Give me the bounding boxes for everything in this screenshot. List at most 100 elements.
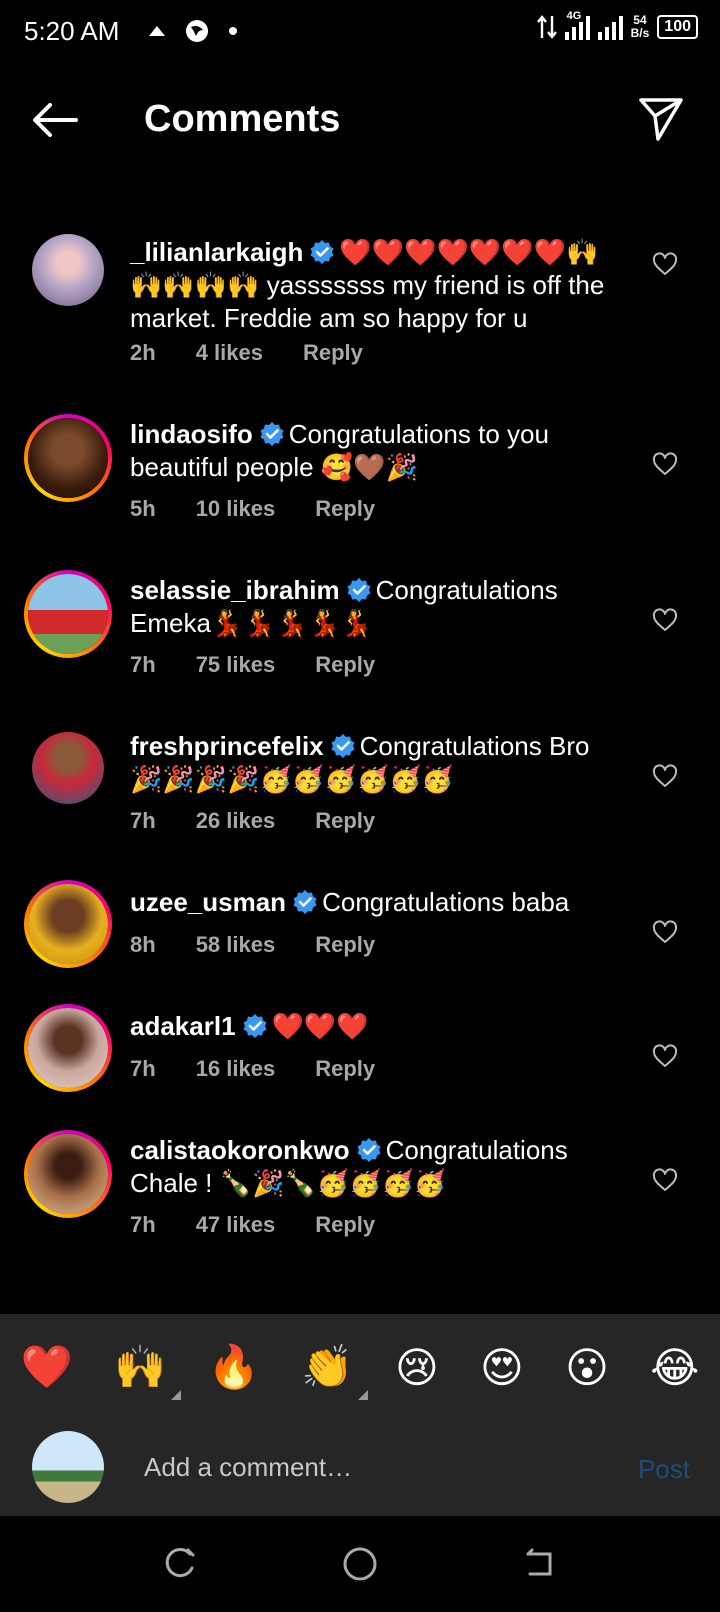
comment-time: 2h bbox=[130, 340, 156, 365]
comment-meta: 7h 47 likes Reply bbox=[130, 1212, 415, 1238]
verified-badge-icon bbox=[347, 578, 371, 602]
comment-time: 7h bbox=[130, 1212, 156, 1237]
post-button[interactable]: Post bbox=[638, 1454, 690, 1485]
comment-likes[interactable]: 4 likes bbox=[196, 340, 263, 366]
status-time: 5:20 AM bbox=[24, 16, 120, 46]
reaction-heart[interactable]: ❤️ bbox=[21, 1343, 73, 1392]
commenter-avatar[interactable] bbox=[32, 234, 104, 306]
signal-2-icon bbox=[597, 14, 623, 40]
comment-text: ❤️❤️❤️ bbox=[271, 1011, 369, 1041]
reply-button[interactable]: Reply bbox=[315, 496, 375, 522]
verified-badge-icon bbox=[293, 890, 317, 914]
avatar bbox=[32, 1431, 104, 1503]
comment-likes[interactable]: 26 likes bbox=[196, 808, 276, 834]
comment-username[interactable]: lindaosifo bbox=[130, 419, 253, 449]
comment-input[interactable]: Add a comment… bbox=[144, 1452, 352, 1483]
comment-username[interactable]: adakarl1 bbox=[130, 1011, 236, 1041]
comment-time: 7h bbox=[130, 808, 156, 833]
comment-likes[interactable]: 58 likes bbox=[196, 932, 276, 958]
comment-username[interactable]: uzee_usman bbox=[130, 887, 286, 917]
reaction-clap[interactable]: 👏 bbox=[301, 1343, 369, 1400]
reaction-laugh[interactable]: 😂 bbox=[650, 1343, 699, 1392]
comment-body: selassie_ibrahim Congratulations Emeka💃💃💃… bbox=[130, 574, 620, 640]
like-heart-icon[interactable] bbox=[652, 764, 678, 788]
comment-likes[interactable]: 47 likes bbox=[196, 1212, 276, 1238]
comment-composer: Add a comment… Post bbox=[0, 1420, 720, 1516]
commenter-avatar[interactable] bbox=[24, 880, 112, 968]
dot-icon bbox=[229, 27, 237, 35]
reply-button[interactable]: Reply bbox=[315, 652, 375, 678]
like-heart-icon[interactable] bbox=[652, 252, 678, 276]
comment-meta: 7h 26 likes Reply bbox=[130, 808, 415, 834]
comment-likes[interactable]: 10 likes bbox=[196, 496, 276, 522]
comment-likes[interactable]: 16 likes bbox=[196, 1056, 276, 1082]
reaction-heart-eyes[interactable]: 😍 bbox=[480, 1343, 524, 1392]
comment-username[interactable]: selassie_ibrahim bbox=[130, 575, 340, 605]
notification-bird-icon bbox=[186, 20, 208, 42]
reply-button[interactable]: Reply bbox=[303, 340, 363, 366]
network-type: 4G bbox=[566, 10, 582, 22]
arrow-left-icon[interactable] bbox=[30, 100, 80, 140]
reply-button[interactable]: Reply bbox=[315, 808, 375, 834]
back-nav-icon[interactable] bbox=[522, 1546, 558, 1582]
reaction-raised-hands[interactable]: 🙌 bbox=[114, 1343, 181, 1400]
comment-body: _lilianlarkaigh ❤️❤️❤️❤️❤️❤️❤️🙌🙌🙌🙌🙌 yasss… bbox=[130, 236, 620, 335]
comment-time: 7h bbox=[130, 1056, 156, 1081]
comment-body: calistaokoronkwo Congratulations Chale ! … bbox=[130, 1134, 620, 1200]
comments-header: Comments bbox=[0, 66, 720, 176]
verified-badge-icon bbox=[331, 734, 355, 758]
recent-apps-icon[interactable] bbox=[162, 1546, 198, 1582]
reaction-cry[interactable]: 😢 bbox=[395, 1343, 439, 1392]
comment-username[interactable]: freshprincefelix bbox=[130, 731, 324, 761]
notification-app-icon bbox=[149, 26, 165, 36]
reply-button[interactable]: Reply bbox=[315, 1212, 375, 1238]
comment-meta: 5h 10 likes Reply bbox=[130, 496, 415, 522]
comment-body: adakarl1 ❤️❤️❤️ bbox=[130, 1010, 620, 1043]
comment-username[interactable]: _lilianlarkaigh bbox=[130, 237, 303, 267]
verified-badge-icon bbox=[357, 1138, 381, 1162]
comment-meta: 8h 58 likes Reply bbox=[130, 932, 415, 958]
comment-username[interactable]: calistaokoronkwo bbox=[130, 1135, 350, 1165]
commenter-avatar[interactable] bbox=[24, 1004, 112, 1092]
comment-text: Congratulations baba bbox=[322, 887, 570, 917]
comment-meta: 7h 16 likes Reply bbox=[130, 1056, 415, 1082]
paper-plane-icon[interactable] bbox=[638, 96, 684, 142]
commenter-avatar[interactable] bbox=[24, 1130, 112, 1218]
like-heart-icon[interactable] bbox=[652, 1168, 678, 1192]
reaction-fire[interactable]: 🔥 bbox=[208, 1343, 260, 1392]
comment-likes[interactable]: 75 likes bbox=[196, 652, 276, 678]
avatar bbox=[32, 234, 104, 306]
reaction-wow[interactable]: 😮 bbox=[565, 1343, 609, 1392]
home-icon[interactable] bbox=[342, 1546, 378, 1582]
reply-button[interactable]: Reply bbox=[315, 1056, 375, 1082]
avatar bbox=[28, 574, 108, 654]
comment-body: freshprincefelix Congratulations Bro 🎉🎉🎉🎉… bbox=[130, 730, 620, 796]
comment-meta: 7h 75 likes Reply bbox=[130, 652, 415, 678]
comment-time: 7h bbox=[130, 652, 156, 677]
battery-icon: 100 bbox=[657, 15, 698, 39]
commenter-avatar[interactable] bbox=[24, 414, 112, 502]
like-heart-icon[interactable] bbox=[652, 920, 678, 944]
network-speed: 54 B/s bbox=[630, 13, 650, 40]
comment-meta: 2h 4 likes Reply bbox=[130, 340, 403, 366]
commenter-avatar[interactable] bbox=[32, 732, 104, 804]
commenter-avatar[interactable] bbox=[24, 570, 112, 658]
avatar bbox=[28, 1134, 108, 1214]
page-title: Comments bbox=[144, 98, 341, 140]
like-heart-icon[interactable] bbox=[652, 452, 678, 476]
quick-reaction-bar: ❤️ 🙌 🔥 👏 😢 😍 😮 😂 bbox=[0, 1314, 720, 1420]
comment-body: lindaosifo Congratulations to you beautif… bbox=[130, 418, 620, 484]
data-transfer-icon bbox=[536, 15, 557, 39]
comment-time: 8h bbox=[130, 932, 156, 957]
verified-badge-icon bbox=[260, 422, 284, 446]
comment-body: uzee_usman Congratulations baba bbox=[130, 886, 620, 919]
like-heart-icon[interactable] bbox=[652, 1044, 678, 1068]
avatar bbox=[32, 732, 104, 804]
like-heart-icon[interactable] bbox=[652, 608, 678, 632]
system-nav-bar bbox=[0, 1516, 720, 1612]
signal-1: 4G bbox=[564, 10, 590, 40]
avatar bbox=[28, 884, 108, 964]
notification-icons bbox=[148, 18, 238, 44]
reply-button[interactable]: Reply bbox=[315, 932, 375, 958]
verified-badge-icon bbox=[243, 1014, 267, 1038]
